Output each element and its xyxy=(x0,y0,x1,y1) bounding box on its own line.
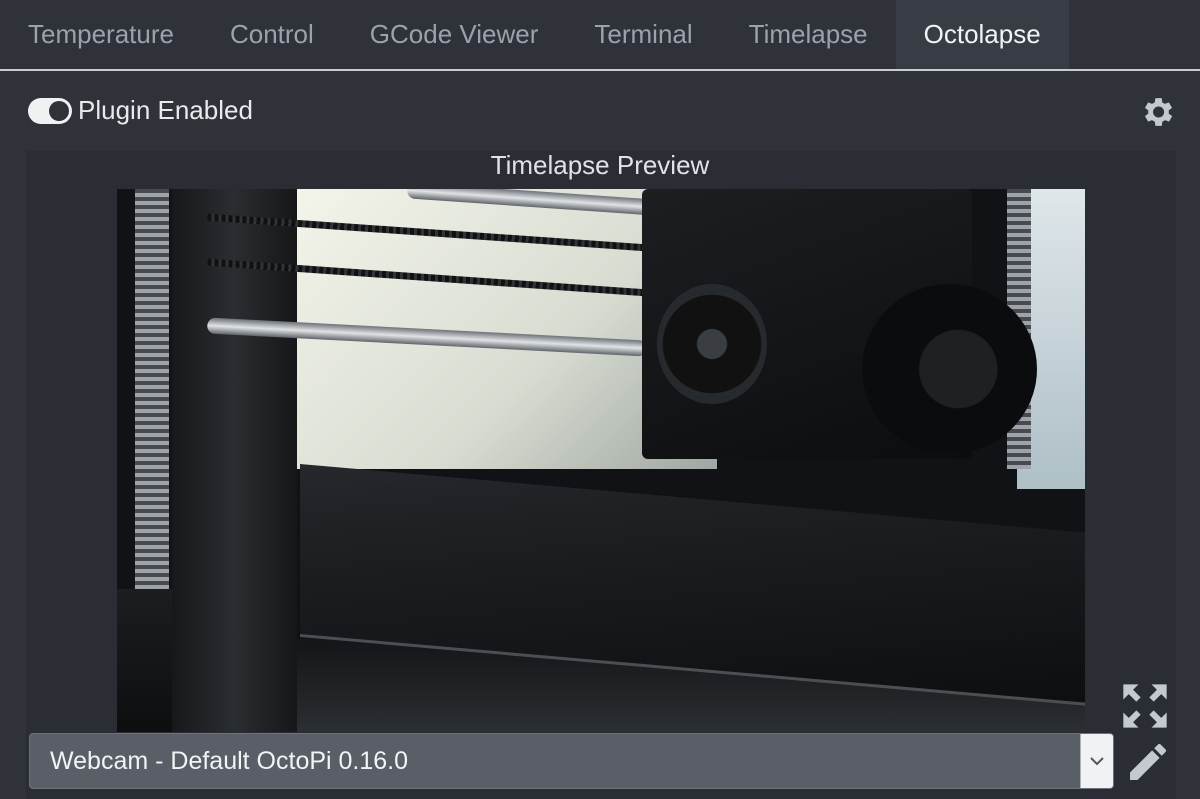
gear-icon[interactable] xyxy=(1138,93,1176,131)
tab-timelapse[interactable]: Timelapse xyxy=(721,0,896,69)
toggle-knob xyxy=(49,101,69,121)
fullscreen-icon[interactable] xyxy=(1118,680,1172,732)
timelapse-preview-image xyxy=(117,189,1085,732)
pencil-icon[interactable] xyxy=(1122,738,1174,786)
webcam-select[interactable]: Webcam - Default OctoPi 0.16.0 xyxy=(29,733,1114,789)
scene-leadscrew-left xyxy=(135,189,169,589)
plugin-toolbar: Plugin Enabled xyxy=(0,71,1200,151)
tab-bar: Temperature Control GCode Viewer Termina… xyxy=(0,0,1200,71)
tab-octolapse[interactable]: Octolapse xyxy=(895,0,1069,69)
tab-control[interactable]: Control xyxy=(202,0,342,69)
scene-blower xyxy=(862,284,1037,454)
preview-title: Timelapse Preview xyxy=(490,150,710,180)
tab-gcode-viewer[interactable]: GCode Viewer xyxy=(342,0,567,69)
tab-temperature[interactable]: Temperature xyxy=(0,0,202,69)
chevron-down-icon[interactable] xyxy=(1080,734,1113,788)
webcam-select-value: Webcam - Default OctoPi 0.16.0 xyxy=(50,747,409,775)
plugin-enabled-label: Plugin Enabled xyxy=(78,95,253,125)
tab-terminal[interactable]: Terminal xyxy=(566,0,720,69)
plugin-enabled-toggle[interactable] xyxy=(28,98,72,124)
scene-fan xyxy=(657,284,767,404)
